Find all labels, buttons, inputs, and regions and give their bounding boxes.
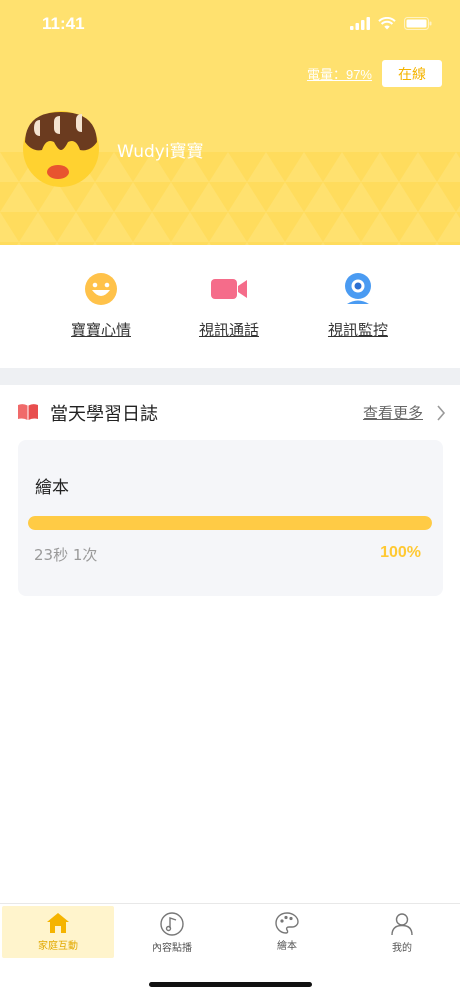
log-item-percent: 100% <box>380 544 421 561</box>
baby-name: Wudyi寶寶 <box>117 142 204 162</box>
view-more-link[interactable]: 查看更多 <box>363 402 423 423</box>
person-icon <box>391 913 413 936</box>
action-baby-mood[interactable]: 寶寶心情 <box>46 269 156 340</box>
tab-mine[interactable]: 我的 <box>346 906 458 958</box>
progress-bar <box>28 516 432 530</box>
tab-label: 家庭互動 <box>38 941 78 952</box>
log-item-title: 繪本 <box>35 478 69 498</box>
battery-icon <box>404 17 432 30</box>
open-book-icon <box>18 404 38 420</box>
online-status-button[interactable]: 在線 <box>382 60 442 87</box>
progress-bar-fill <box>28 516 432 530</box>
webcam-icon <box>338 269 378 309</box>
cellular-signal-icon <box>350 17 370 30</box>
log-item-duration: 23秒 1次 <box>34 546 98 564</box>
action-label: 視訊監控 <box>327 321 388 339</box>
baby-avatar[interactable] <box>20 106 102 188</box>
tab-picture-books[interactable]: 繪本 <box>231 906 343 958</box>
palette-icon <box>275 912 299 934</box>
battery-level[interactable]: 電量：97% <box>307 64 372 83</box>
learning-log-card[interactable]: 繪本 23秒 1次 100% <box>18 440 443 596</box>
chevron-right-icon[interactable] <box>436 405 446 421</box>
learning-log-header: 當天學習日誌 查看更多 <box>0 385 460 437</box>
status-time: 11:41 <box>42 14 85 33</box>
action-video-call[interactable]: 視訊通話 <box>174 269 284 340</box>
video-camera-icon <box>209 269 249 309</box>
profile-header: 11:41 電量：97% 在線 Wudyi寶寶 <box>0 0 460 245</box>
smiley-face-icon <box>81 269 121 309</box>
tab-label: 內容點播 <box>152 943 192 954</box>
action-label: 寶寶心情 <box>70 321 131 339</box>
tab-family-interaction[interactable]: 家庭互動 <box>2 906 114 958</box>
status-bar: 11:41 <box>0 0 460 50</box>
action-video-monitor[interactable]: 視訊監控 <box>303 269 413 340</box>
device-status-row: 電量：97% 在線 <box>307 60 442 87</box>
wifi-icon <box>378 17 396 30</box>
home-indicator <box>149 982 312 987</box>
tab-label: 繪本 <box>277 941 297 952</box>
home-icon <box>47 913 69 933</box>
section-divider <box>0 368 460 385</box>
status-icons <box>350 17 432 30</box>
quick-actions: 寶寶心情 視訊通話 視訊監控 <box>0 245 460 368</box>
action-label: 視訊通話 <box>198 321 259 339</box>
tab-label: 我的 <box>392 943 412 954</box>
tab-content-on-demand[interactable]: 內容點播 <box>116 906 228 958</box>
learning-log-title: 當天學習日誌 <box>50 404 158 425</box>
music-note-icon <box>160 912 184 936</box>
